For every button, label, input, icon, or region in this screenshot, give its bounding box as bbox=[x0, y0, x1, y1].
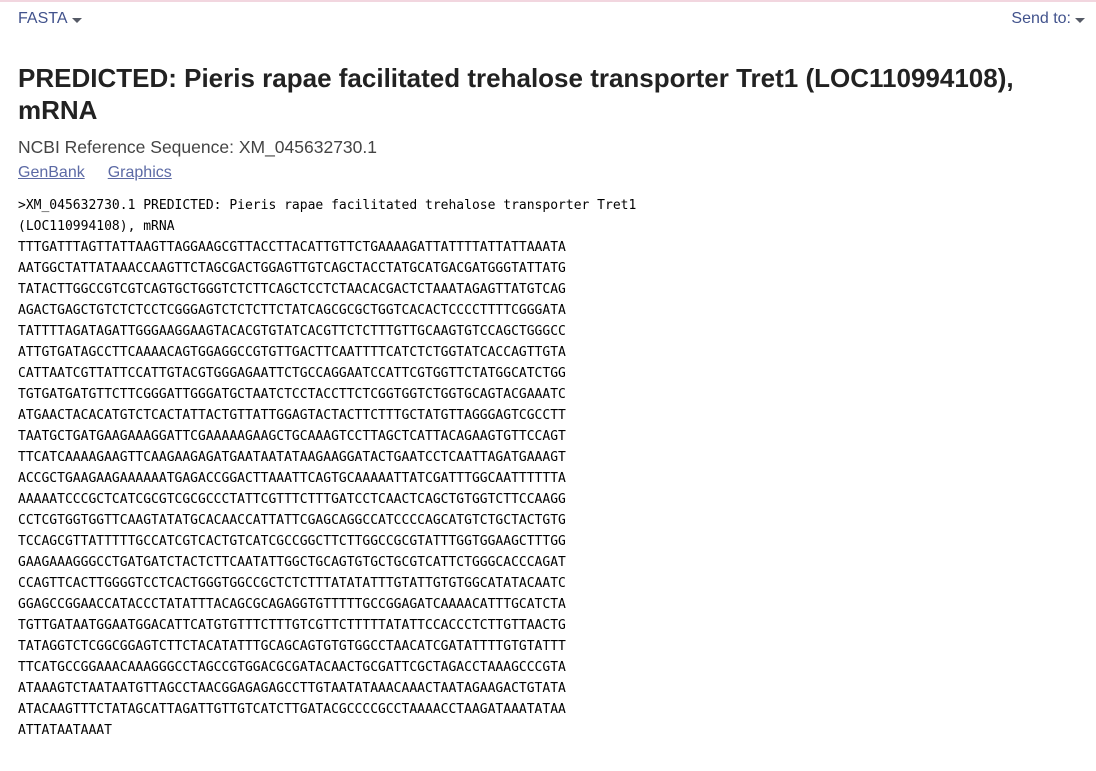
format-label: FASTA bbox=[18, 10, 68, 27]
sequence-line: TTCATGCCGGAAACAAAGGGCCTAGCCGTGGACGCGATAC… bbox=[18, 660, 566, 675]
sequence-line: CCTCGTGGTGGTTCAAGTATATGCACAACCATTATTCGAG… bbox=[18, 513, 566, 528]
sequence-line: ACCGCTGAAGAAGAAAAAATGAGACCGGACTTAAATTCAG… bbox=[18, 471, 566, 486]
sequence-line: CATTAATCGTTATTCCATTGTACGTGGGAGAATTCTGCCA… bbox=[18, 366, 566, 381]
send-to-label: Send to: bbox=[1011, 10, 1071, 27]
sequence-line: ATTATAATAAAT bbox=[18, 723, 112, 738]
sequence-line: ATGAACTACACATGTCTCACTATTACTGTTATTGGAGTAC… bbox=[18, 408, 566, 423]
fasta-sequence: >XM_045632730.1 PREDICTED: Pieris rapae … bbox=[18, 195, 636, 741]
sequence-line: ATTGTGATAGCCTTCAAAACAGTGGAGGCCGTGTTGACTT… bbox=[18, 345, 566, 360]
sequence-line: TTCATCAAAAGAAGTTCAAGAAGAGATGAATAATATAAGA… bbox=[18, 450, 566, 465]
sequence-line: TGTGATGATGTTCTTCGGGATTGGGATGCTAATCTCCTAC… bbox=[18, 387, 566, 402]
sequence-line: GGAGCCGGAACCATACCCTATATTTACAGCGCAGAGGTGT… bbox=[18, 597, 566, 612]
format-dropdown[interactable]: FASTA bbox=[18, 10, 82, 28]
sequence-line: TATACTTGGCCGTCGTCAGTGCTGGGTCTCTTCAGCTCCT… bbox=[18, 282, 566, 297]
top-border bbox=[0, 0, 1096, 2]
view-links: GenBank Graphics bbox=[18, 164, 172, 182]
sequence-line: AGACTGAGCTGTCTCTCCTCGGGAGTCTCTCTTCTATCAG… bbox=[18, 303, 566, 318]
chevron-down-icon bbox=[1075, 17, 1085, 23]
sequence-line: CCAGTTCACTTGGGGTCCTCACTGGGTGGCCGCTCTCTTT… bbox=[18, 576, 566, 591]
fasta-header-line: >XM_045632730.1 PREDICTED: Pieris rapae … bbox=[18, 198, 637, 213]
fasta-header-line: (LOC110994108), mRNA bbox=[18, 219, 175, 234]
sequence-line: TATAGGTCTCGGCGGAGTCTTCTACATATTTGCAGCAGTG… bbox=[18, 639, 566, 654]
sequence-line: TAATGCTGATGAAGAAAGGATTCGAAAAAGAAGCTGCAAA… bbox=[18, 429, 566, 444]
sequence-line: ATACAAGTTTCTATAGCATTAGATTGTTGTCATCTTGATA… bbox=[18, 702, 566, 717]
chevron-down-icon bbox=[71, 17, 82, 23]
sequence-line: TCCAGCGTTATTTTTGCCATCGTCACTGTCATCGCCGGCT… bbox=[18, 534, 566, 549]
sequence-line: ATAAAGTCTAATAATGTTAGCCTAACGGAGAGAGCCTTGT… bbox=[18, 681, 566, 696]
sequence-line: AAAAATCCCGCTCATCGCGTCGCGCCCTATTCGTTTCTTT… bbox=[18, 492, 566, 507]
sequence-line: TGTTGATAATGGAATGGACATTCATGTGTTTCTTTGTCGT… bbox=[18, 618, 566, 633]
page-title: PREDICTED: Pieris rapae facilitated treh… bbox=[18, 63, 1014, 125]
sequence-line: TATTTTAGATAGATTGGGAAGGAAGTACACGTGTATCACG… bbox=[18, 324, 566, 339]
toolbar: FASTA Send to: bbox=[0, 8, 1096, 32]
sequence-line: GAAGAAAGGGCCTGATGATCTACTCTTCAATATTGGCTGC… bbox=[18, 555, 566, 570]
genbank-link[interactable]: GenBank bbox=[18, 164, 85, 182]
reference-sequence: NCBI Reference Sequence: XM_045632730.1 bbox=[18, 137, 377, 157]
sequence-line: TTTGATTTAGTTATTAAGTTAGGAAGCGTTACCTTACATT… bbox=[18, 240, 566, 255]
graphics-link[interactable]: Graphics bbox=[108, 164, 172, 182]
sequence-line: AATGGCTATTATAAACCAAGTTCTAGCGACTGGAGTTGTC… bbox=[18, 261, 566, 276]
send-to-dropdown[interactable]: Send to: bbox=[1011, 10, 1085, 28]
